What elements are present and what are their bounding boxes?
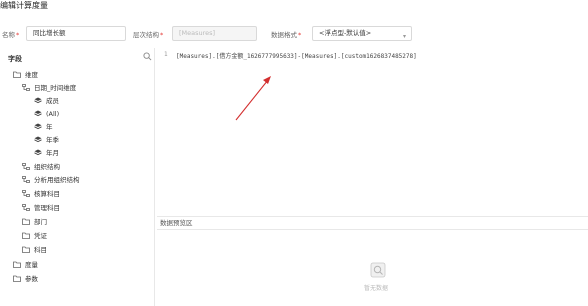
hierarchy-label: 层次结构* [133,31,164,39]
tree-item-accounting-subject[interactable]: 核算科目 [22,189,60,200]
dialog-title: 编辑计算度量 [0,1,48,10]
tree-item-dimension[interactable]: 维度 [13,70,38,81]
folder-icon [13,261,21,268]
tree-item-analysis-org[interactable]: 分析用组织结构 [22,175,80,186]
empty-data-text: 暂无数据 [364,285,389,292]
tree-item-date-dimension[interactable]: 日期_时间维度 [22,83,76,94]
line-gutter: 1 [157,48,173,216]
layers-icon [34,123,42,130]
tree-item-year[interactable]: 年 [34,122,53,133]
hierarchy-icon [22,190,30,197]
tree-item-department[interactable]: 部门 [22,217,47,228]
tree-item-year-quarter[interactable]: 年季 [34,135,59,146]
chevron-down-icon: ▾ [402,33,406,40]
hierarchy-input[interactable]: [Measures] [172,26,257,41]
tree-item-subject[interactable]: 科目 [22,245,47,256]
hierarchy-icon [22,204,30,211]
tree-item-parameter[interactable]: 参数 [13,274,38,285]
layers-icon [34,136,42,143]
format-label: 数据格式* [271,31,302,39]
tree-item-year-month[interactable]: 年月 [34,148,59,159]
tree-item-member[interactable]: 成员 [34,96,59,107]
expression-code[interactable]: [Measures].[借方金额_1626777995633]-[Measure… [176,51,417,60]
tree-item-voucher[interactable]: 凭证 [22,231,47,242]
tree-item-org-structure[interactable]: 组织结构 [22,162,60,173]
name-label: 名称* [2,31,20,39]
layers-icon [34,149,42,156]
folder-icon [22,218,30,225]
format-select[interactable]: <浮点型-默认值> ▾ [312,26,412,41]
hierarchy-icon [22,176,30,183]
form-row: 名称* 同比增长额 层次结构* [Measures] 数据格式* <浮点型-默认… [0,26,588,42]
annotation-arrow [235,76,271,121]
layers-icon [34,110,42,117]
field-sidebar: 字段 维度 日期_时间维度 成员 (All) 年 年季 年月 组织结构 分析用组… [0,48,155,306]
empty-data-icon [370,262,386,278]
expression-editor[interactable]: 1 [Measures].[借方金额_1626777995633]-[Measu… [157,48,588,216]
layers-icon [34,97,42,104]
name-input[interactable]: 同比增长额 [26,26,126,41]
search-icon[interactable] [143,52,152,61]
folder-icon [13,275,21,282]
line-number: 1 [164,51,168,58]
tree-item-measure[interactable]: 度量 [13,260,38,271]
tree-item-all[interactable]: (All) [34,109,59,120]
hierarchy-icon [22,84,30,91]
data-preview-header: 数据预览区 [157,216,588,230]
folder-icon [13,71,21,78]
tree-item-management-subject[interactable]: 管理科目 [22,203,60,214]
folder-icon [22,232,30,239]
sidebar-heading: 字段 [8,55,22,63]
folder-icon [22,246,30,253]
hierarchy-icon [22,163,30,170]
